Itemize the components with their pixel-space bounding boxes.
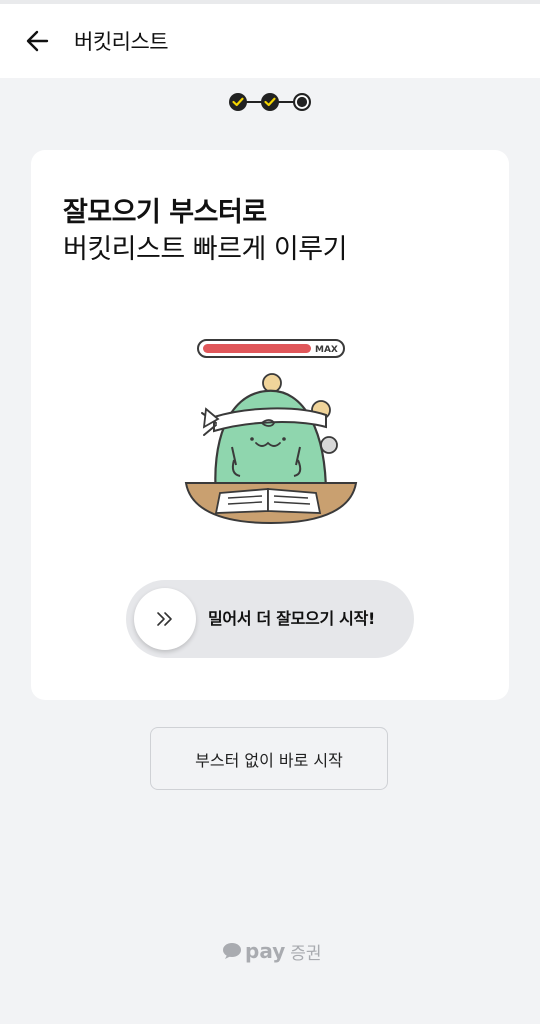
max-gauge: MAX bbox=[197, 339, 345, 358]
step-2-complete bbox=[261, 93, 279, 111]
brand-logo: pay 증권 bbox=[222, 936, 322, 966]
booster-character-illustration: MAX bbox=[184, 339, 358, 525]
slider-knob[interactable] bbox=[134, 588, 196, 650]
skip-booster-button[interactable]: 부스터 없이 바로 시작 bbox=[150, 727, 388, 790]
booster-card: 잘모으기 부스터로 버킷리스트 빠르게 이루기 MAX 밀어서 더 잘모으기 시… bbox=[31, 150, 509, 700]
app-header: 버킷리스트 bbox=[0, 4, 540, 78]
progress-stepper bbox=[229, 93, 311, 111]
slider-label: 밀어서 더 잘모으기 시작! bbox=[208, 609, 376, 628]
arrow-left-icon bbox=[26, 30, 49, 52]
card-headline: 잘모으기 부스터로 버킷리스트 빠르게 이루기 bbox=[63, 194, 347, 268]
step-3-current bbox=[293, 93, 311, 111]
brand-suffix: 증권 bbox=[290, 943, 322, 964]
step-1-complete bbox=[229, 93, 247, 111]
headline-line-2: 버킷리스트 빠르게 이루기 bbox=[63, 234, 347, 265]
double-chevron-right-icon bbox=[157, 612, 172, 626]
swipe-to-start-slider[interactable]: 밀어서 더 잘모으기 시작! bbox=[126, 580, 414, 658]
headline-line-1: 잘모으기 부스터로 bbox=[63, 197, 267, 228]
page-title: 버킷리스트 bbox=[74, 30, 169, 54]
brand-name: pay bbox=[245, 939, 286, 963]
gauge-max-label: MAX bbox=[315, 345, 338, 355]
speech-bubble-icon bbox=[223, 943, 241, 959]
back-button[interactable] bbox=[18, 21, 58, 61]
